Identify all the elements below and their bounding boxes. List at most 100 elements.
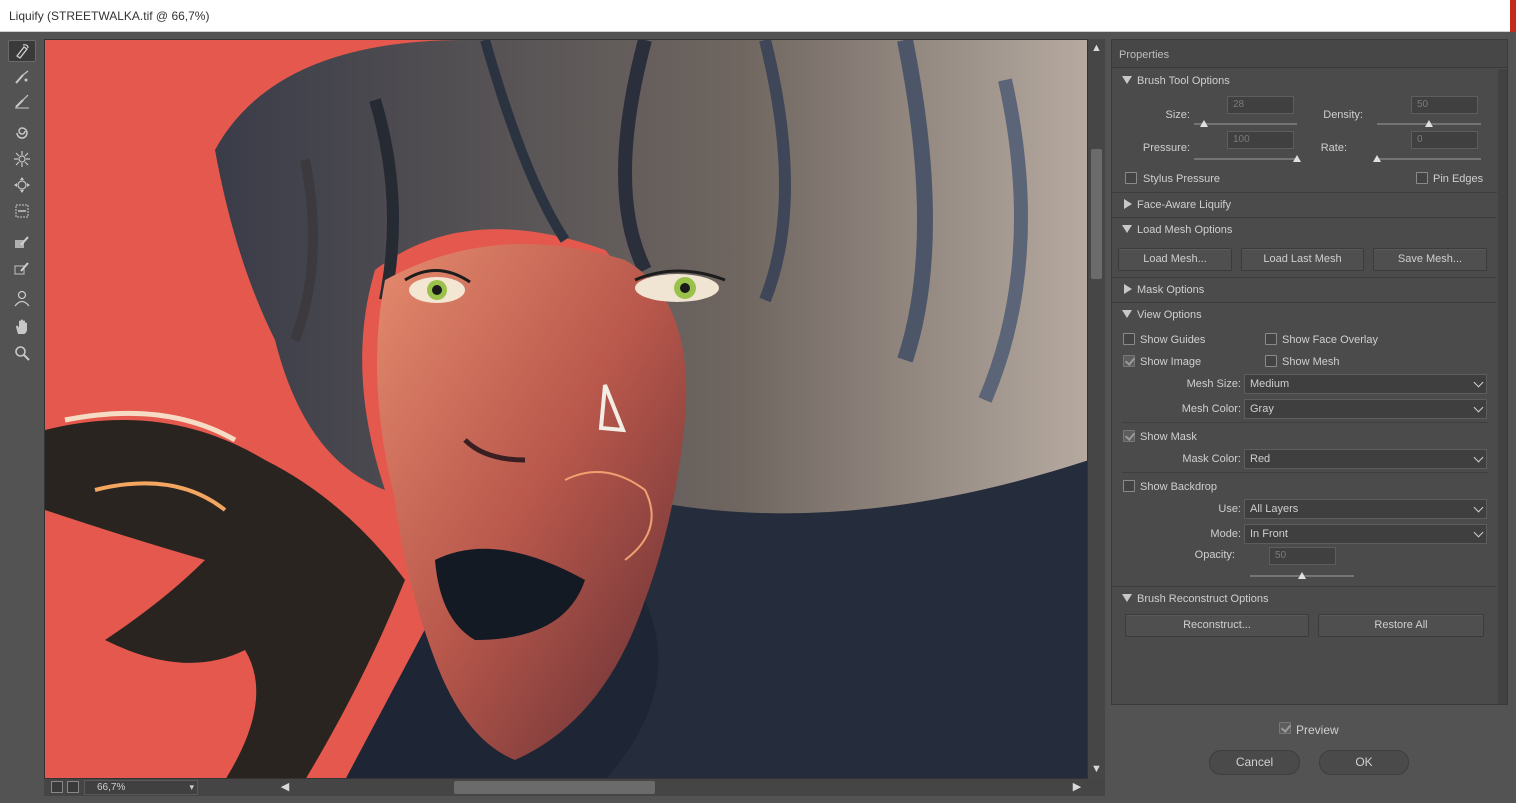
liquify-toolbar	[8, 38, 38, 368]
rate-slider[interactable]	[1377, 158, 1481, 160]
opacity-input[interactable]: 50	[1269, 547, 1336, 565]
horizontal-scrollbar[interactable]: ◀ ▶	[278, 779, 1100, 796]
chevron-down-icon	[1473, 452, 1484, 463]
section-mask-options[interactable]: Mask Options	[1112, 277, 1497, 301]
use-value: All Layers	[1250, 503, 1299, 515]
pressure-slider-knob[interactable]	[1293, 155, 1301, 162]
section-title: View Options	[1137, 309, 1202, 321]
size-slider[interactable]	[1194, 123, 1297, 125]
vertical-scroll-thumb[interactable]	[1091, 149, 1102, 279]
size-input[interactable]: 28	[1227, 96, 1294, 114]
mask-color-value: Red	[1250, 453, 1271, 465]
show-image-label: Show Image	[1140, 356, 1202, 368]
show-mesh-label: Show Mesh	[1282, 356, 1340, 368]
title-bar: Liquify (STREETWALKA.tif @ 66,7%)	[0, 0, 1516, 32]
horizontal-scroll-thumb[interactable]	[454, 781, 655, 794]
rate-input[interactable]: 0	[1411, 131, 1478, 149]
mask-color-select[interactable]: Red	[1244, 449, 1487, 469]
reconstruct-brush-icon[interactable]	[8, 66, 36, 88]
freeze-mask-icon[interactable]	[8, 231, 36, 253]
density-input[interactable]: 50	[1411, 96, 1478, 114]
section-brush-reconstruct-options[interactable]: Brush Reconstruct Options	[1112, 586, 1497, 610]
show-mask-checkbox[interactable]	[1123, 430, 1135, 442]
density-slider-knob[interactable]	[1425, 120, 1433, 127]
thaw-mask-icon[interactable]	[8, 257, 36, 279]
size-slider-knob[interactable]	[1200, 120, 1209, 127]
zoom-out-box-icon[interactable]	[51, 781, 63, 793]
zoom-in-box-icon[interactable]	[67, 781, 79, 793]
scroll-up-icon[interactable]: ▲	[1090, 42, 1103, 55]
reconstruct-button[interactable]: Reconstruct...	[1125, 614, 1309, 637]
mesh-size-select[interactable]: Medium	[1244, 374, 1487, 394]
preview-label: Preview	[1296, 723, 1339, 737]
divider	[1122, 422, 1488, 423]
use-label: Use:	[1218, 503, 1241, 515]
pin-edges-checkbox[interactable]	[1416, 172, 1428, 184]
save-mesh-button[interactable]: Save Mesh...	[1373, 248, 1487, 271]
mode-label: Mode:	[1210, 528, 1241, 540]
opacity-label: Opacity:	[1194, 549, 1235, 561]
show-face-overlay-checkbox[interactable]	[1265, 333, 1277, 345]
hand-icon[interactable]	[8, 316, 36, 338]
use-layers-select[interactable]: All Layers	[1244, 499, 1487, 519]
section-title: Mask Options	[1137, 284, 1205, 296]
ok-button[interactable]: OK	[1319, 750, 1409, 775]
collapse-triangle-icon	[1122, 594, 1132, 602]
cancel-button[interactable]: Cancel	[1209, 750, 1300, 775]
chevron-down-icon	[1473, 502, 1484, 513]
density-label: Density:	[1323, 109, 1363, 121]
preview-canvas[interactable]	[44, 39, 1088, 779]
window-edge-accent	[1510, 0, 1516, 32]
properties-scrollbar[interactable]	[1498, 69, 1507, 704]
warp-brush-icon[interactable]	[8, 40, 36, 62]
pin-edges-label: Pin Edges	[1433, 173, 1484, 185]
face-person-icon[interactable]	[8, 287, 36, 309]
stylus-pressure-label: Stylus Pressure	[1143, 173, 1221, 185]
zoom-level-select[interactable]: 66,7% ▾	[84, 780, 198, 795]
mode-select[interactable]: In Front	[1244, 524, 1487, 544]
vertical-scrollbar[interactable]: ▲ ▼	[1088, 39, 1105, 779]
zoom-magnifier-icon[interactable]	[8, 342, 36, 364]
mesh-color-value: Gray	[1250, 403, 1274, 415]
properties-content: Brush Tool Options Size: 28 Density: 50 …	[1112, 69, 1497, 704]
pucker-icon[interactable]	[8, 148, 36, 170]
show-guides-checkbox[interactable]	[1123, 333, 1135, 345]
mesh-size-value: Medium	[1250, 378, 1290, 390]
preview-checkbox[interactable]	[1279, 722, 1291, 734]
load-mesh-button[interactable]: Load Mesh...	[1118, 248, 1232, 271]
show-image-checkbox[interactable]	[1123, 355, 1135, 367]
show-backdrop-checkbox[interactable]	[1123, 480, 1135, 492]
mesh-color-label: Mesh Color:	[1181, 403, 1241, 415]
mode-value: In Front	[1250, 528, 1288, 540]
mesh-color-select[interactable]: Gray	[1244, 399, 1487, 419]
mesh-size-label: Mesh Size:	[1186, 378, 1241, 390]
section-brush-tool-options[interactable]: Brush Tool Options	[1112, 69, 1497, 93]
push-left-icon[interactable]	[8, 200, 36, 222]
pressure-slider[interactable]	[1194, 158, 1297, 160]
rate-slider-knob[interactable]	[1373, 155, 1381, 162]
rate-label: Rate:	[1320, 142, 1347, 154]
restore-all-button[interactable]: Restore All	[1318, 614, 1484, 637]
twirl-icon[interactable]	[8, 122, 36, 144]
chevron-down-icon	[1473, 377, 1484, 388]
scroll-down-icon[interactable]: ▼	[1090, 763, 1103, 776]
section-title: Face-Aware Liquify	[1137, 199, 1231, 211]
load-last-mesh-button[interactable]: Load Last Mesh	[1241, 248, 1364, 271]
smooth-brush-icon[interactable]	[8, 90, 36, 112]
opacity-slider-knob[interactable]	[1298, 572, 1306, 579]
stylus-pressure-checkbox[interactable]	[1125, 172, 1137, 184]
bloat-icon[interactable]	[8, 174, 36, 196]
section-face-aware-liquify[interactable]: Face-Aware Liquify	[1112, 192, 1497, 216]
chevron-down-icon: ▾	[189, 782, 194, 792]
section-title: Load Mesh Options	[1137, 224, 1233, 236]
show-backdrop-label: Show Backdrop	[1140, 481, 1218, 493]
show-face-overlay-label: Show Face Overlay	[1282, 334, 1378, 346]
section-load-mesh-options[interactable]: Load Mesh Options	[1112, 217, 1497, 241]
scroll-right-icon[interactable]: ▶	[1070, 780, 1084, 794]
section-view-options[interactable]: View Options	[1112, 302, 1497, 326]
expand-triangle-icon	[1124, 284, 1132, 294]
show-mesh-checkbox[interactable]	[1265, 355, 1277, 367]
section-title: Brush Tool Options	[1137, 75, 1230, 87]
pressure-input[interactable]: 100	[1227, 131, 1294, 149]
scroll-left-icon[interactable]: ◀	[278, 780, 292, 794]
